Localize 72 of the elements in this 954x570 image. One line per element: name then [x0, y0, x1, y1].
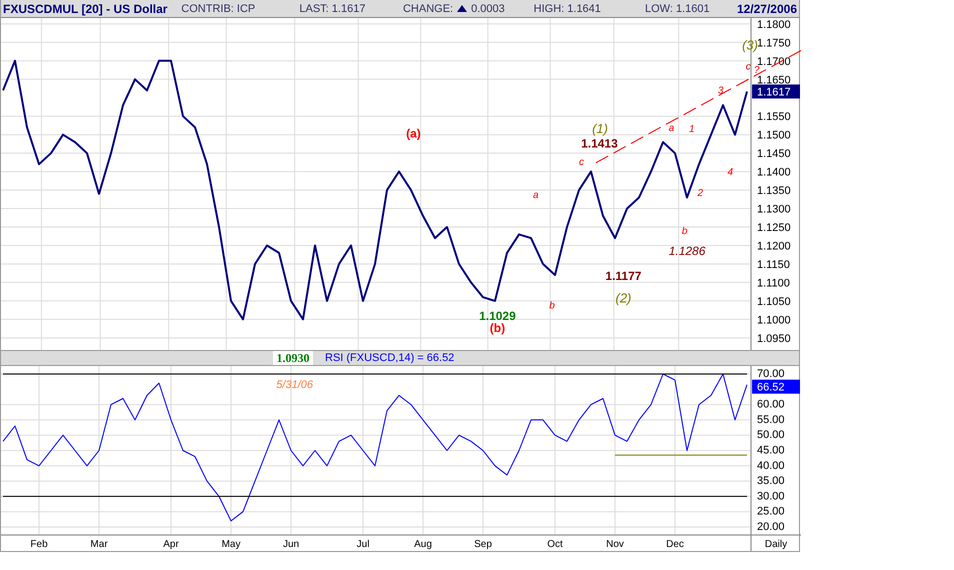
axis-label: 40.00	[757, 460, 785, 472]
axis-label: 1.1650	[757, 74, 791, 86]
change-value: 0.0003	[471, 2, 505, 14]
change-label: CHANGE:	[402, 2, 454, 14]
axis-label: 45.00	[757, 444, 785, 456]
axis-label: 25.00	[757, 506, 785, 518]
chart-annotation: 1.1029	[479, 309, 516, 324]
axis-label: 1.1350	[757, 185, 791, 198]
axis-label: 1.1550	[757, 111, 791, 124]
axis-label: 1.1150	[757, 258, 790, 271]
axis-label: 60.00	[757, 398, 785, 411]
axis-label: Dec	[666, 539, 684, 550]
axis-label: Mar	[90, 539, 108, 550]
axis-label: 1.1000	[757, 314, 791, 326]
axis-label: 1.1050	[757, 296, 791, 308]
chart-annotation: c	[578, 156, 584, 168]
up-triangle-icon	[457, 5, 468, 12]
axis-label: 30.00	[757, 490, 785, 502]
chart-annotation: (b)	[490, 321, 506, 336]
contrib-label: CONTRIB: ICP	[180, 2, 256, 14]
chart-annotation: 4	[727, 166, 734, 178]
axis-label: 1.1450	[757, 148, 791, 160]
chart-annotation: 1	[689, 124, 695, 135]
axis-label: 1.1200	[757, 240, 791, 252]
chart-annotation: 2	[697, 188, 704, 200]
axis-label: 1.0950	[757, 332, 791, 345]
chart-annotation: 1.1286	[668, 244, 706, 258]
axis-label: Nov	[606, 539, 624, 550]
axis-label: 1.1800	[757, 18, 791, 31]
axis-label: Aug	[414, 539, 432, 550]
chart-annotation: a	[668, 122, 674, 134]
axis-label: Jun	[282, 539, 300, 550]
last-price-label: 1.1617	[752, 84, 800, 98]
chart-annotation: 1.1413	[581, 136, 618, 150]
chart-annotation: b	[682, 226, 688, 238]
axis-label: Apr	[163, 539, 179, 550]
axis-label: 1.1400	[757, 166, 791, 179]
chart-annotation: c	[746, 62, 751, 72]
low-date-label: 5/31/06	[276, 379, 313, 391]
axis-label: 1.1500	[757, 130, 791, 142]
axis-label: Oct	[547, 539, 563, 550]
symbol-title: FXUSCDMUL [20] - US Dollar	[3, 2, 168, 16]
rsi-title: RSI (FXUSCD,14) = 66.52	[325, 352, 454, 364]
axis-label: Sep	[474, 539, 492, 550]
chart-annotation: (1)	[592, 120, 608, 136]
axis-label: May	[222, 539, 240, 550]
axis-label: Jul	[356, 539, 370, 550]
axis-label: 55.00	[757, 414, 785, 426]
chart-annotation: ?	[754, 65, 760, 76]
low-price-label: 1.0930	[273, 351, 313, 365]
date-label: 12/27/2006	[736, 2, 797, 16]
chart-annotation: (2)	[616, 290, 632, 306]
period-label: Daily	[764, 539, 788, 550]
high-label: HIGH: 1.1641	[534, 2, 602, 14]
chart-annotation: 3	[718, 86, 724, 97]
chart-annotation: a	[533, 190, 539, 202]
chart-annotation: b	[549, 300, 555, 312]
last-label: LAST: 1.1617	[299, 2, 366, 14]
axis-label: 70.00	[757, 368, 785, 380]
axis-label: 1.1300	[757, 204, 791, 216]
axis-label: 50.00	[757, 429, 785, 442]
last-rsi-label: 66.52	[752, 380, 800, 394]
axis-label: Feb	[30, 539, 48, 550]
axis-label: 35.00	[757, 475, 785, 488]
chart-annotation: (a)	[406, 126, 421, 140]
chart-annotation: (3)	[742, 38, 758, 52]
axis-label: 20.00	[757, 521, 785, 534]
axis-label: 1.1750	[757, 37, 791, 50]
chart-annotation: 1.1177	[605, 268, 642, 283]
axis-label: 1.1250	[757, 222, 791, 234]
low-label: LOW: 1.1601	[644, 2, 711, 14]
axis-label: 1.1100	[757, 277, 790, 290]
